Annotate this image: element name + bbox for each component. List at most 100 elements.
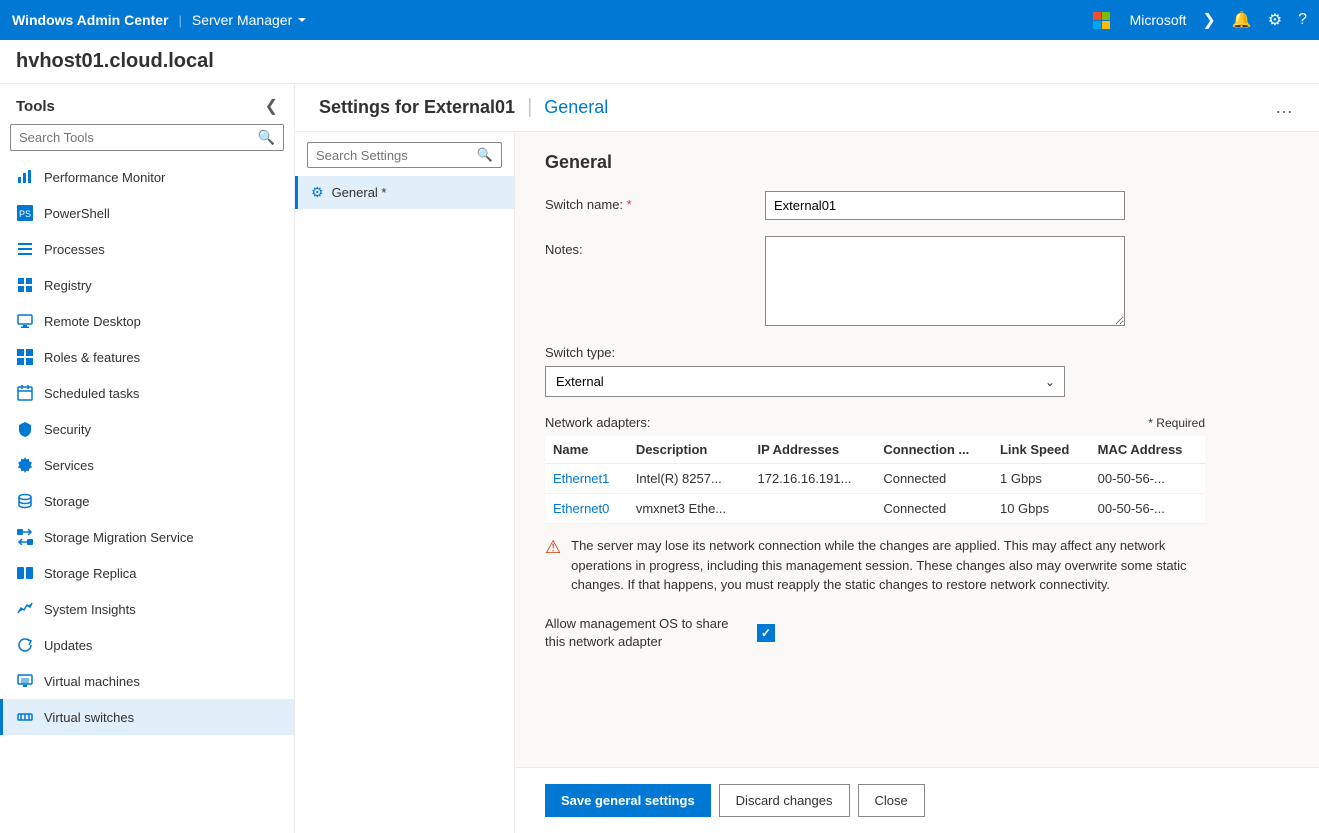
form-area: General Switch name: * [515,132,1319,767]
notes-label: Notes: [545,236,745,257]
col-header-mac: MAC Address [1090,436,1205,464]
sidebar-item-virtual-machines[interactable]: Virtual machines [0,663,294,699]
replica-icon [16,564,34,582]
warning-icon: ⚠ [545,537,561,595]
network-table: Name Description IP Addresses Connection… [545,436,1205,524]
gear-icon-small: ⚙ [311,184,324,201]
sidebar-item-label: Security [44,422,91,437]
adapter-mac-0: 00-50-56-... [1090,464,1205,494]
main-panel: Settings for External01 | General … 🔍 ⚙ [295,84,1319,833]
gear-icon [16,456,34,474]
sidebar-item-processes[interactable]: Processes [0,231,294,267]
required-note: * Required [1148,416,1205,430]
notes-textarea[interactable] [765,236,1125,326]
sidebar-item-label: Storage Migration Service [44,530,194,545]
save-button[interactable]: Save general settings [545,784,711,817]
sidebar-item-label: Processes [44,242,105,257]
sidebar-item-label: Remote Desktop [44,314,141,329]
adapter-mac-1: 00-50-56-... [1090,494,1205,524]
sidebar-item-storage-migration[interactable]: Storage Migration Service [0,519,294,555]
sidebar-item-label: Storage [44,494,90,509]
sidebar-item-security[interactable]: Security [0,411,294,447]
sidebar-item-performance-monitor[interactable]: Performance Monitor [0,159,294,195]
process-icon [16,240,34,258]
adapter-speed-1: 10 Gbps [992,494,1090,524]
switch-name-input[interactable] [765,191,1125,220]
settings-search-icon: 🔍 [477,147,493,163]
sidebar-item-storage[interactable]: Storage [0,483,294,519]
sidebar-item-services[interactable]: Services [0,447,294,483]
col-header-desc: Description [628,436,750,464]
server-manager-title[interactable]: Server Manager [192,12,308,28]
migration-icon [16,528,34,546]
switch-type-dropdown-container: External Internal Private ⌄ [545,366,1065,397]
close-button[interactable]: Close [858,784,925,817]
terminal-icon[interactable]: ❯ [1202,10,1215,30]
panel-subtitle: General [544,97,608,118]
sidebar-item-registry[interactable]: Registry [0,267,294,303]
network-section: Network adapters: * Required Name Descri… [545,415,1205,524]
search-input[interactable] [19,130,252,145]
col-header-conn: Connection ... [875,436,992,464]
sidebar-item-virtual-switches[interactable]: Virtual switches [0,699,294,735]
network-header: Network adapters: * Required [545,415,1205,430]
sidebar-item-powershell[interactable]: PS PowerShell [0,195,294,231]
checkbox-allow-management[interactable] [757,624,775,642]
chevron-down-icon [296,14,308,26]
adapter-name-0[interactable]: Ethernet1 [545,464,628,494]
sidebar-header: Tools ❮ [0,84,294,124]
sidebar-search-box: 🔍 [10,124,284,151]
settings-nav-general[interactable]: ⚙ General * [295,176,514,209]
panel-title: Settings for External01 [319,97,515,118]
switch-type-dropdown[interactable]: External Internal Private [545,366,1065,397]
network-table-header-row: Name Description IP Addresses Connection… [545,436,1205,464]
table-row[interactable]: Ethernet1 Intel(R) 8257... 172.16.16.191… [545,464,1205,494]
adapter-desc-0: Intel(R) 8257... [628,464,750,494]
form-title: General [545,152,1289,173]
warning-box: ⚠ The server may lose its network connec… [545,524,1205,607]
sidebar: Tools ❮ 🔍 Performance Monitor [0,84,295,833]
col-header-name: Name [545,436,628,464]
switch-name-input-container [765,191,1125,220]
sidebar-item-label: Roles & features [44,350,140,365]
table-row[interactable]: Ethernet0 vmxnet3 Ethe... Connected 10 G… [545,494,1205,524]
sidebar-item-system-insights[interactable]: System Insights [0,591,294,627]
help-icon[interactable]: ? [1298,11,1307,29]
ms-logo [1093,12,1110,29]
notes-input-container [765,236,1125,329]
monitor-icon [16,312,34,330]
required-marker: * [627,197,632,212]
sidebar-item-updates[interactable]: Updates [0,627,294,663]
adapter-conn-0: Connected [875,464,992,494]
more-options-button[interactable]: … [1275,97,1295,118]
sidebar-title: Tools [16,98,55,115]
topbar-sep: | [178,13,181,28]
host-header: hvhost01.cloud.local [0,40,1319,84]
col-header-speed: Link Speed [992,436,1090,464]
sidebar-item-label: Virtual machines [44,674,140,689]
sidebar-item-storage-replica[interactable]: Storage Replica [0,555,294,591]
settings-sidebar: 🔍 ⚙ General * [295,132,515,833]
settings-nav-label: General * [332,185,387,200]
terminal-icon: PS [16,204,34,222]
warning-text: The server may lose its network connecti… [571,536,1205,595]
sidebar-item-scheduled-tasks[interactable]: Scheduled tasks [0,375,294,411]
panel-separator: | [527,96,532,119]
network-table-body: Ethernet1 Intel(R) 8257... 172.16.16.191… [545,464,1205,524]
sidebar-item-roles-features[interactable]: Roles & features [0,339,294,375]
adapter-name-1[interactable]: Ethernet0 [545,494,628,524]
sidebar-collapse-button[interactable]: ❮ [265,96,278,116]
sidebar-item-label: Registry [44,278,92,293]
panel-content: 🔍 ⚙ General * General [295,132,1319,833]
adapter-ip-0: 172.16.16.191... [749,464,875,494]
settings-icon[interactable]: ⚙ [1268,10,1282,30]
notification-icon[interactable]: 🔔 [1232,10,1252,30]
settings-search-input[interactable] [316,148,471,163]
discard-button[interactable]: Discard changes [719,784,850,817]
vm-icon [16,672,34,690]
svg-text:PS: PS [19,209,31,219]
sidebar-nav: Performance Monitor PS PowerShell Proces… [0,159,294,833]
col-header-ip: IP Addresses [749,436,875,464]
sidebar-item-remote-desktop[interactable]: Remote Desktop [0,303,294,339]
switch-type-section: Switch type: External Internal Private ⌄ [545,345,1289,397]
